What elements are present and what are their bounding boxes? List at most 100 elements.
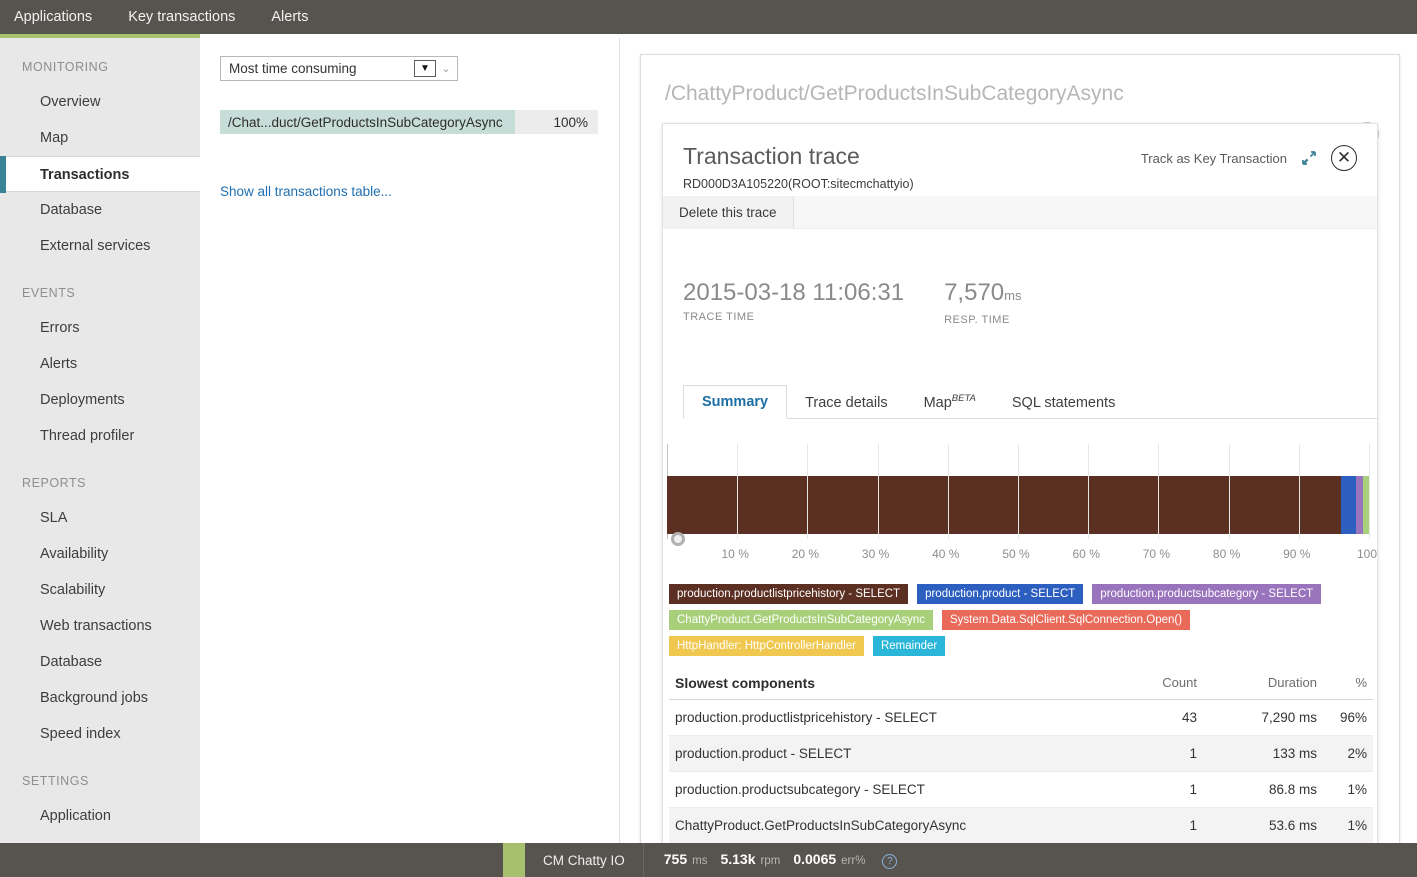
footer-metric-value: 5.13k: [720, 851, 756, 867]
cell-count: 43: [1181, 710, 1197, 725]
legend-chip[interactable]: HttpHandler: HttpControllerHandler: [669, 636, 864, 656]
footer-metric-value: 755: [663, 851, 688, 867]
cell-name: production.product - SELECT: [675, 746, 852, 761]
sidebar-group-reports: REPORTS: [22, 476, 87, 490]
sidebar-item-errors[interactable]: Errors: [0, 310, 200, 346]
chart-gridline: [1298, 444, 1300, 539]
chart-gridline: [1018, 444, 1019, 539]
cell-duration: 53.6 ms: [1268, 818, 1317, 833]
legend-chip[interactable]: Remainder: [872, 636, 946, 656]
nav-item-alerts[interactable]: Alerts: [253, 0, 326, 34]
transaction-detail-title: /ChattyProduct/GetProductsInSubCategoryA…: [665, 82, 1124, 105]
sidebar-item-availability[interactable]: Availability: [0, 536, 200, 572]
cell-count: 1: [1189, 782, 1197, 797]
legend-chip[interactable]: production.product - SELECT: [917, 584, 1084, 604]
sidebar-item-overview[interactable]: Overview: [0, 84, 200, 120]
sidebar-item-database[interactable]: Database: [0, 644, 200, 680]
tab-trace-details[interactable]: Trace details: [787, 387, 905, 419]
delete-trace-button[interactable]: Delete this trace: [663, 195, 794, 229]
sidebar-item-database[interactable]: Database: [0, 192, 200, 228]
sidebar-item-alerts[interactable]: Alerts: [0, 346, 200, 382]
sidebar-group-monitoring: MONITORING: [22, 60, 109, 74]
sidebar-item-transactions[interactable]: Transactions: [0, 156, 200, 193]
sidebar-item-deployments[interactable]: Deployments: [0, 382, 200, 418]
stat-block: 2015-03-18 11:06:31 TRACE TIME: [683, 279, 904, 326]
chart-tick-label: 40 %: [932, 547, 960, 561]
chart-gridline: [1228, 444, 1230, 539]
sidebar-item-thread-profiler[interactable]: Thread profiler: [0, 418, 200, 454]
legend-chip[interactable]: production.productlistpricehistory - SEL…: [669, 584, 909, 604]
chart-tick-label: 30 %: [861, 547, 890, 561]
show-all-transactions-link[interactable]: Show all transactions table...: [220, 184, 392, 199]
stat-value: 7,570ms: [944, 279, 1022, 306]
tab-map[interactable]: MapBETA: [906, 385, 994, 419]
tab-sql-statements[interactable]: SQL statements: [994, 387, 1133, 419]
column-header: %: [1355, 675, 1367, 690]
chart-tick-label: 60 %: [1072, 547, 1100, 561]
tab-summary[interactable]: Summary: [683, 385, 788, 419]
sidebar-group-settings: SETTINGS: [22, 774, 89, 788]
footer-metric-value: 0.0065: [793, 851, 837, 867]
top-navigation-bar: Applications Key transactions Alerts: [0, 0, 1417, 34]
chart-tick-label: 90 %: [1283, 547, 1311, 561]
footer-metric-unit: err%: [841, 855, 866, 867]
stacked-bar-segment[interactable]: [667, 476, 1341, 534]
tab-label: SQL statements: [1011, 395, 1116, 411]
sidebar-item-scalability[interactable]: Scalability: [0, 572, 200, 608]
cell-duration: 86.8 ms: [1268, 782, 1317, 797]
chart-plot-area: [665, 444, 1375, 539]
legend-chip[interactable]: System.Data.SqlClient.SqlConnection.Open…: [942, 610, 1191, 630]
sidebar-group-events: EVENTS: [22, 286, 76, 300]
stat-value: 2015-03-18 11:06:31: [683, 279, 905, 306]
table-row[interactable]: production.product - SELECT 1 133 ms 2%: [669, 736, 1373, 772]
transaction-trace-card: Transaction trace RD000D3A105220(ROOT:si…: [662, 123, 1378, 877]
sidebar-item-background-jobs[interactable]: Background jobs: [0, 680, 200, 716]
trace-title: Transaction trace: [683, 143, 860, 169]
cell-name: production.productsubcategory - SELECT: [675, 782, 925, 797]
sort-select[interactable]: Most time consuming ▼ ⌄: [220, 56, 458, 81]
sidebar-item-map[interactable]: Map: [0, 120, 200, 156]
chart-gridline: [1088, 444, 1090, 539]
sidebar: MONITORING Overview Map Transactions Databas…: [0, 38, 200, 877]
cell-pct: 96%: [1339, 710, 1367, 725]
trace-breakdown-chart: 10 % 20 % 30 % 40 % 50 % 60 % 70 % 80 % 90 % 100: [663, 444, 1378, 569]
cell-pct: 1%: [1347, 782, 1367, 797]
table-row[interactable]: production.productsubcategory - SELECT 1 8…: [669, 772, 1373, 808]
detail-panel-wrapper: /ChattyProduct/GetProductsInSubCategoryA…: [620, 38, 1417, 877]
nav-item-key-transactions[interactable]: Key transactions: [110, 0, 253, 34]
stat-label: RESP. TIME: [944, 314, 1010, 326]
expand-icon[interactable]: [1301, 150, 1317, 166]
select-arrow-icon[interactable]: ▼: [414, 60, 436, 77]
trace-id: RD000D3A105220(ROOT:sitecmchattyio): [683, 177, 914, 191]
sidebar-item-sla[interactable]: SLA: [0, 500, 200, 536]
help-icon[interactable]: ?: [882, 854, 898, 869]
transaction-list-item[interactable]: /Chat...duct/GetProductsInSubCategoryAsy…: [220, 110, 598, 134]
chart-gridline: [737, 444, 739, 539]
legend-chip[interactable]: production.productsubcategory - SELECT: [1092, 584, 1322, 604]
chart-tick-label: 100: [1356, 547, 1378, 561]
table-row[interactable]: ChattyProduct.GetProductsInSubCategoryAs…: [669, 808, 1373, 844]
chart-marker-handle[interactable]: [671, 532, 685, 546]
legend-chip[interactable]: ChattyProduct.GetProductsInSubCategoryAs…: [669, 610, 934, 630]
sidebar-item-speed-index[interactable]: Speed index: [0, 716, 200, 752]
tab-beta-badge: BETA: [951, 393, 976, 405]
stacked-bar-segment[interactable]: [1355, 476, 1363, 534]
chart-gridline: [877, 444, 879, 539]
chart-tick-label: 50 %: [1002, 547, 1030, 561]
chevron-down-icon[interactable]: ⌄: [439, 62, 457, 75]
table-row[interactable]: production.productlistpricehistory - SEL…: [669, 700, 1373, 736]
stacked-bar-segment[interactable]: [1340, 476, 1356, 534]
track-as-key-transaction-link[interactable]: Track as Key Transaction: [1141, 151, 1287, 166]
nav-item-applications[interactable]: Applications: [0, 0, 110, 34]
sidebar-item-web-transactions[interactable]: Web transactions: [0, 608, 200, 644]
cell-name: ChattyProduct.GetProductsInSubCategoryAs…: [675, 818, 967, 833]
stat-unit: ms: [1004, 288, 1022, 303]
close-icon[interactable]: ✕: [1331, 145, 1357, 171]
footer-metric-unit: ms: [692, 855, 708, 867]
sidebar-item-application[interactable]: Application: [0, 798, 200, 834]
chart-tick-label: 10 %: [721, 547, 749, 561]
tab-label: Map: [923, 395, 952, 411]
footer-app-name[interactable]: CM Chatty IO: [525, 853, 643, 868]
cell-duration: 133 ms: [1272, 746, 1317, 761]
sidebar-item-external-services[interactable]: External services: [0, 228, 200, 264]
